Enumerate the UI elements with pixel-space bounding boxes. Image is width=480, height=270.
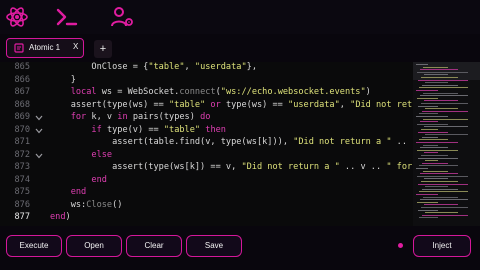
code-line: for k, v in pairs(types) do [70, 112, 211, 122]
minimap-line [424, 204, 458, 206]
minimap-line [423, 170, 448, 172]
minimap-line [423, 66, 448, 68]
code-line: assert(type(ws[k]) == v, "Did not return… [50, 162, 412, 172]
minimap-line [424, 74, 448, 76]
minimap-line [416, 64, 428, 65]
minimap-line [425, 82, 448, 84]
execute-button[interactable]: Execute [6, 235, 62, 257]
code-line: end [70, 187, 87, 197]
code-line: assert(type(ws) == "table" or type(ws) =… [50, 99, 412, 110]
minimap-line [420, 199, 468, 201]
terminal-icon[interactable] [55, 5, 79, 29]
minimap-line [420, 173, 458, 175]
user-settings-icon[interactable] [110, 5, 134, 29]
add-tab-button[interactable]: + [94, 40, 112, 58]
code-line: assert(table.find(v, type(ws[k])), "Did … [50, 137, 408, 147]
save-button[interactable]: Save [186, 235, 242, 257]
minimap-line [418, 105, 438, 107]
minimap-line [418, 183, 468, 185]
code-line: end [91, 174, 107, 185]
minimap-line [422, 162, 448, 164]
status-dot [398, 243, 403, 248]
minimap-line [421, 103, 468, 104]
minimap-line [419, 87, 468, 89]
minimap-line [420, 69, 458, 71]
code-line: local ws = WebSocket.connect("ws://echo.… [70, 87, 371, 97]
minimap-line [417, 149, 458, 151]
minimap-line [420, 95, 468, 97]
code-line: else [91, 149, 113, 160]
minimap-line [417, 175, 468, 177]
minimap-line [417, 71, 468, 73]
tab-label: Atomic 1 [29, 43, 61, 52]
inject-button[interactable]: Inject [413, 235, 471, 257]
minimap-line [416, 168, 428, 169]
minimap-line [425, 160, 438, 162]
code-line: } [50, 74, 76, 85]
minimap-line [421, 129, 438, 130]
code-line: OnClose = {"table", "userdata"}, [50, 62, 257, 72]
minimap-line [423, 118, 468, 120]
minimap-line [423, 196, 458, 198]
minimap-line [425, 134, 468, 136]
minimap-line [417, 97, 438, 99]
minimap-line [421, 207, 468, 208]
code-editor[interactable]: 865 866 867 868 869 870 871 872 873 874 875 876 877 … [0, 62, 480, 226]
minimap-line [422, 214, 468, 216]
clear-button[interactable]: Clear [126, 235, 182, 257]
minimap-line [419, 165, 458, 167]
code-file-icon [14, 43, 24, 53]
minimap[interactable] [413, 62, 480, 226]
minimap-line [422, 188, 458, 190]
minimap-line [418, 209, 438, 211]
code-area[interactable]: OnClose = {"table", "userdata"}, } local… [0, 62, 412, 226]
minimap-line [424, 152, 438, 154]
minimap-line [417, 201, 438, 203]
minimap-line [416, 116, 448, 117]
minimap-line [419, 217, 438, 219]
top-toolbar [0, 0, 480, 34]
minimap-line [425, 186, 448, 188]
minimap-line [422, 110, 468, 112]
minimap-line [418, 79, 468, 81]
code-line: ws:Close() [50, 199, 123, 210]
minimap-line [423, 144, 438, 146]
minimap-line [416, 194, 438, 195]
minimap-line [422, 136, 438, 138]
minimap-line [418, 131, 448, 133]
open-button[interactable]: Open [66, 235, 122, 257]
minimap-line [419, 113, 438, 115]
atom-icon[interactable] [5, 5, 29, 29]
minimap-line [417, 123, 448, 125]
code-line: end) [50, 212, 71, 222]
code-line: if type(v) == "table" then [91, 124, 226, 135]
minimap-line [424, 126, 468, 128]
minimap-line [424, 100, 458, 102]
minimap-line [419, 191, 468, 193]
minimap-line [425, 108, 458, 110]
minimap-line [421, 77, 458, 78]
minimap-line [416, 90, 438, 91]
minimap-line [421, 181, 458, 182]
minimap-line [420, 147, 448, 149]
minimap-line [424, 178, 448, 180]
minimap-line [418, 157, 458, 159]
minimap-line [419, 139, 448, 141]
minimap-line [423, 92, 458, 94]
minimap-line [422, 84, 458, 86]
minimap-line [420, 121, 438, 123]
tab-close-button[interactable]: X [73, 42, 78, 51]
minimap-line [416, 142, 458, 143]
minimap-line [425, 212, 458, 214]
minimap-line [421, 155, 448, 156]
tab-atomic-1[interactable]: Atomic 1 X [6, 38, 84, 58]
